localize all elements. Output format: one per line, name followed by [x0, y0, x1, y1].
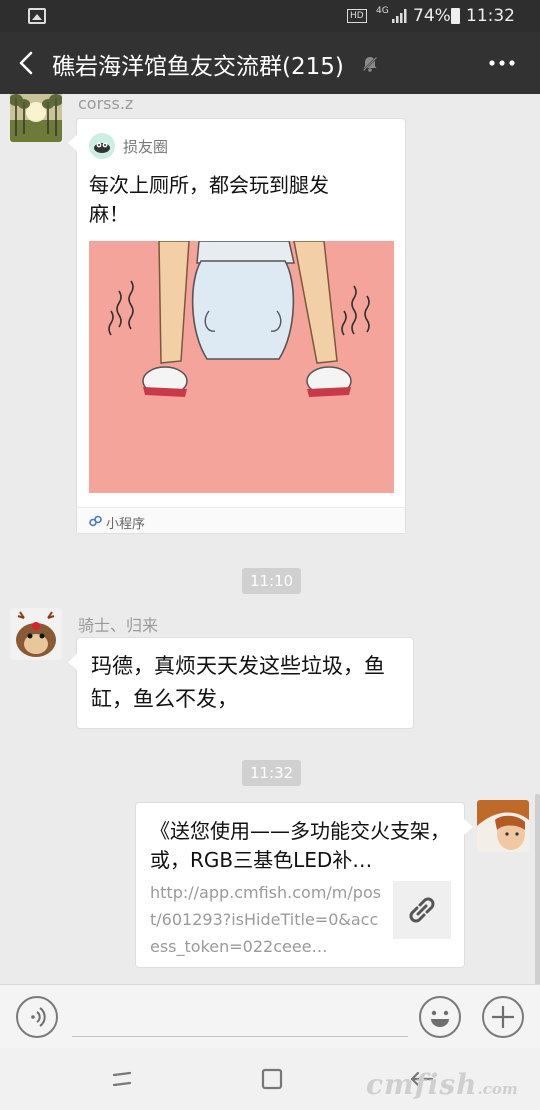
status-time: 11:32 — [466, 6, 515, 26]
input-bar — [0, 984, 540, 1048]
signal-icon — [392, 9, 407, 23]
hd-voice-badge: HD — [347, 9, 367, 23]
link-thumbnail — [393, 881, 451, 939]
mini-program-footer: 小程序 — [77, 507, 405, 533]
site-watermark: cmfish.com — [366, 1068, 518, 1101]
link-title: 《送您使用——多功能交火支架，或，RGB三基色LED补… — [150, 819, 450, 872]
avatar-corss-z[interactable] — [10, 94, 62, 142]
mini-program-title: 每次上厕所，都会玩到腿发麻！ — [89, 173, 329, 226]
plus-icon — [492, 1006, 514, 1028]
app-logo-icon — [89, 133, 115, 159]
more-icon[interactable] — [482, 48, 522, 78]
chain-link-icon — [409, 897, 435, 923]
status-bar: HD 4G 74% 11:32 — [0, 0, 540, 32]
home-icon[interactable] — [258, 1065, 286, 1093]
message-input[interactable] — [72, 997, 408, 1037]
app-name: 损友圈 — [123, 138, 169, 156]
chat-area: corss.z 损友圈 每次上厕所，都会玩到腿发麻！ 小程序 11:10 骑士、… — [0, 94, 540, 984]
emoji-icon — [431, 1010, 449, 1027]
muted-bell-icon — [362, 56, 378, 72]
voice-icon — [31, 1007, 46, 1027]
voice-input-button[interactable] — [16, 996, 58, 1038]
chat-header: 礁岩海洋馆鱼友交流群(215) — [0, 32, 540, 94]
image-notification-icon — [28, 8, 46, 24]
timestamp: 11:32 — [242, 760, 302, 786]
mini-program-label: 小程序 — [106, 517, 146, 532]
avatar-knight[interactable] — [10, 608, 62, 660]
sender-name: corss.z — [78, 94, 134, 113]
text-message-bubble[interactable]: 玛德，真烦天天发这些垃圾，鱼缸，鱼么不发， — [68, 637, 414, 729]
back-arrow-icon[interactable] — [12, 47, 42, 79]
mini-program-card[interactable]: 损友圈 每次上厕所，都会玩到腿发麻！ 小程序 — [68, 118, 406, 534]
mini-program-icon — [89, 515, 102, 527]
avatar-hamster-image — [10, 608, 62, 660]
recent-apps-icon[interactable] — [108, 1065, 136, 1093]
sender-name: 骑士、归来 — [78, 616, 159, 635]
battery-percent: 74% — [413, 6, 451, 26]
timestamp: 11:10 — [242, 568, 302, 594]
network-type: 4G — [376, 6, 389, 16]
battery-icon — [451, 8, 460, 24]
avatar-trees-image — [10, 94, 62, 142]
scrollbar[interactable] — [535, 794, 540, 984]
avatar-self-image — [477, 800, 529, 852]
cartoon-image — [89, 241, 394, 493]
avatar-self[interactable] — [477, 800, 529, 852]
link-url: http://app.cmfish.com/m/post/601293?isHi… — [150, 883, 382, 956]
chat-title: 礁岩海洋馆鱼友交流群(215) — [52, 54, 344, 80]
more-functions-button[interactable] — [482, 996, 524, 1038]
link-card[interactable]: 《送您使用——多功能交火支架，或，RGB三基色LED补… http://app.… — [135, 802, 473, 968]
emoji-button[interactable] — [419, 996, 461, 1038]
